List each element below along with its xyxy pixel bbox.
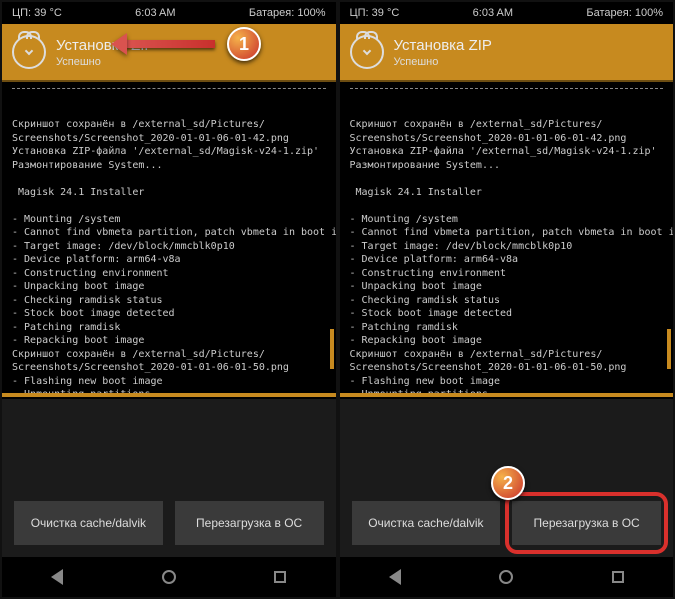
header-subtitle: Успешно <box>56 56 154 68</box>
cpu-temp: ЦП: 39 °C <box>350 7 400 19</box>
twrp-logo-icon <box>12 35 46 69</box>
button-row: Очистка cache/dalvik Перезагрузка в ОС <box>2 489 336 557</box>
scrollbar-thumb[interactable] <box>667 329 671 369</box>
back-icon[interactable] <box>389 569 401 585</box>
header-subtitle: Успешно <box>394 56 492 68</box>
clock: 6:03 AM <box>473 7 513 19</box>
twrp-header: Установка ZIP Успешно 1 <box>2 24 336 82</box>
header-title: Установка ZIP <box>394 37 492 54</box>
twrp-logo-icon <box>350 35 384 69</box>
wipe-cache-button[interactable]: Очистка cache/dalvik <box>352 501 501 545</box>
progress-bar <box>340 393 674 397</box>
progress-bar <box>2 393 336 397</box>
android-navbar <box>340 557 674 597</box>
recents-icon[interactable] <box>612 571 624 583</box>
reboot-os-button[interactable]: Перезагрузка в ОС <box>512 501 661 545</box>
android-navbar <box>2 557 336 597</box>
twrp-header: Установка ZIP Успешно <box>340 24 674 82</box>
battery: Батарея: 100% <box>586 7 663 19</box>
button-row: Очистка cache/dalvik Перезагрузка в ОС <box>340 489 674 557</box>
spacer <box>340 399 674 489</box>
callout-badge-1: 1 <box>227 27 261 61</box>
callout-arrow <box>125 40 215 48</box>
spacer <box>2 399 336 489</box>
reboot-os-button[interactable]: Перезагрузка в ОС <box>175 501 324 545</box>
scrollbar-thumb[interactable] <box>330 329 334 369</box>
home-icon[interactable] <box>162 570 176 584</box>
status-bar: ЦП: 39 °C 6:03 AM Батарея: 100% <box>340 2 674 24</box>
phone-left: ЦП: 39 °C 6:03 AM Батарея: 100% Установк… <box>0 0 338 599</box>
cpu-temp: ЦП: 39 °C <box>12 7 62 19</box>
log-text: Скриншот сохранён в /external_sd/Picture… <box>12 118 326 393</box>
recents-icon[interactable] <box>274 571 286 583</box>
phone-right: ЦП: 39 °C 6:03 AM Батарея: 100% Установк… <box>338 0 675 599</box>
install-log[interactable]: Скриншот сохранён в /external_sd/Picture… <box>2 89 336 393</box>
status-bar: ЦП: 39 °C 6:03 AM Батарея: 100% <box>2 2 336 24</box>
battery: Батарея: 100% <box>249 7 326 19</box>
clock: 6:03 AM <box>135 7 175 19</box>
back-icon[interactable] <box>51 569 63 585</box>
wipe-cache-button[interactable]: Очистка cache/dalvik <box>14 501 163 545</box>
home-icon[interactable] <box>499 570 513 584</box>
install-log[interactable]: Скриншот сохранён в /external_sd/Picture… <box>340 89 674 393</box>
log-text: Скриншот сохранён в /external_sd/Picture… <box>350 118 664 393</box>
